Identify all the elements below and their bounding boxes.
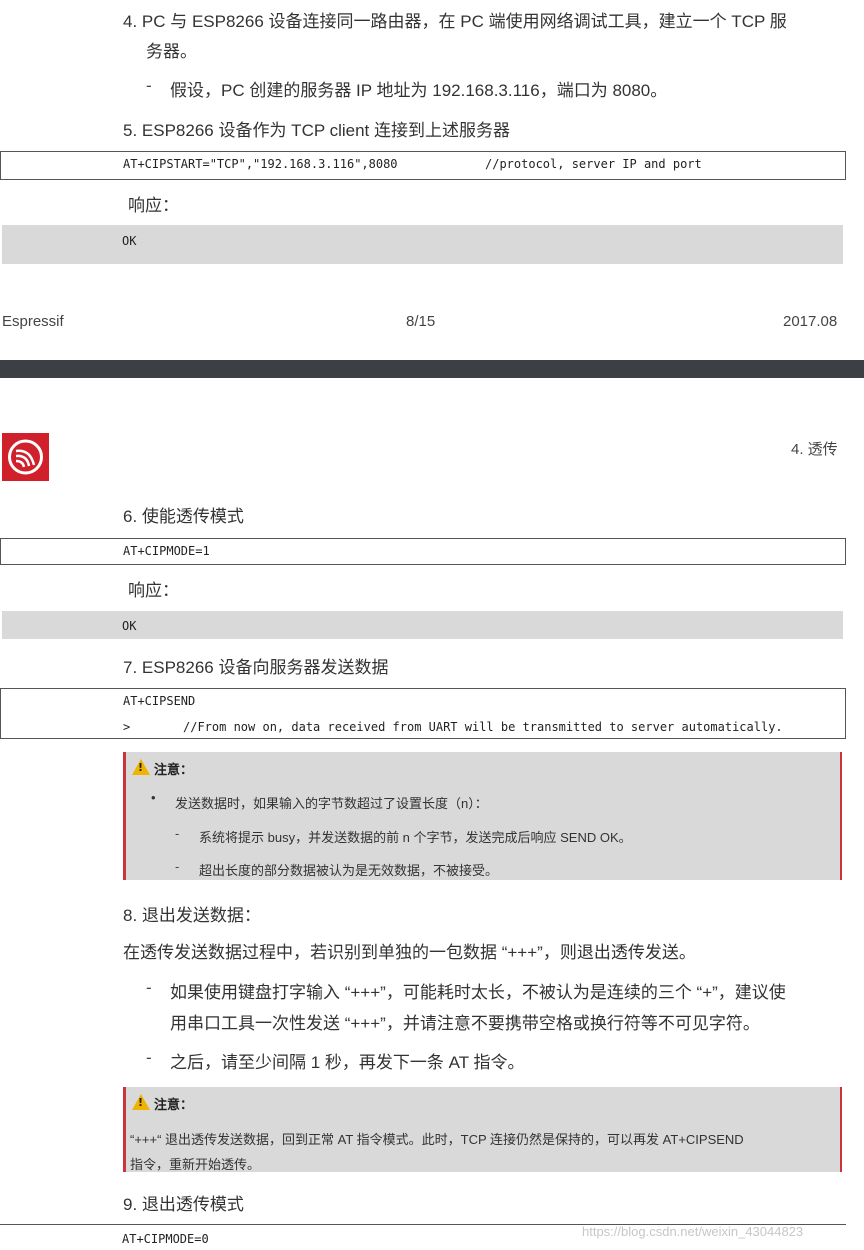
response-ok: OK (122, 619, 137, 633)
dash-marker: - (146, 1048, 152, 1067)
note-exit-line2: 指令，重新开始透传。 (130, 1157, 261, 1172)
step4-line1: 4. PC 与 ESP8266 设备连接同一路由器，在 PC 端使用网络调试工具… (123, 12, 787, 31)
step8-heading: 8. 退出发送数据： (123, 906, 261, 925)
espressif-logo-icon (2, 433, 49, 481)
note-title: 注意： (154, 1097, 194, 1112)
note-sub-busy: 系统将提示 busy，并发送数据的前 n 个字节，发送完成后响应 SEND OK… (199, 830, 632, 845)
watermark: https://blog.csdn.net/weixin_43044823 (582, 1224, 804, 1239)
dash-marker: - (175, 859, 180, 874)
step8-item2: 之后，请至少间隔 1 秒，再发下一条 AT 指令。 (170, 1053, 525, 1072)
dash-marker: - (175, 826, 180, 841)
response-block: OK (2, 611, 843, 639)
footer-company: Espressif (2, 313, 64, 330)
code-block-cipstart: AT+CIPSTART="TCP","192.168.3.116",8080 /… (0, 151, 846, 180)
footer-date: 2017.08 (783, 313, 838, 330)
dash-marker: - (146, 978, 152, 997)
code-block-cipsend: AT+CIPSEND > //From now on, data receive… (0, 688, 846, 739)
step4-sub: 假设，PC 创建的服务器 IP 地址为 192.168.3.116，端口为 80… (170, 81, 668, 100)
code-block-cipmode1: AT+CIPMODE=1 (0, 538, 846, 565)
note-exit-line1: “+++“ 退出透传发送数据，回到正常 AT 指令模式。此时，TCP 连接仍然是… (130, 1132, 744, 1147)
step5-heading: 5. ESP8266 设备作为 TCP client 连接到上述服务器 (123, 121, 511, 140)
note-sub-invalid: 超出长度的部分数据被认为是无效数据，不被接受。 (199, 863, 499, 878)
step8-item1-line2: 用串口工具一次性发送 “+++”，并请注意不要携带空格或换行符等不可见字符。 (170, 1014, 760, 1033)
code-cipsend: AT+CIPSEND (123, 694, 196, 708)
step8-item1-line1: 如果使用键盘打字输入 “+++”，可能耗时太长，不被认为是连续的三个 “+”，建… (170, 983, 786, 1002)
bullet-marker: • (151, 790, 156, 805)
code-cipstart: AT+CIPSTART="TCP","192.168.3.116",8080 (123, 157, 398, 171)
step6-heading: 6. 使能透传模式 (123, 507, 244, 526)
dash-marker: - (146, 76, 152, 95)
code-prompt: > (123, 720, 131, 734)
note-box-busy: 注意： • 发送数据时，如果输入的字节数超过了设置长度（n）： - 系统将提示 … (123, 752, 842, 880)
step7-heading: 7. ESP8266 设备向服务器发送数据 (123, 658, 389, 677)
response-ok: OK (122, 234, 137, 248)
step9-heading: 9. 退出透传模式 (123, 1195, 244, 1214)
code-cipsend-comment: //From now on, data received from UART w… (183, 720, 783, 734)
warning-icon (132, 759, 150, 778)
note-bullet: 发送数据时，如果输入的字节数超过了设置长度（n）： (175, 796, 488, 811)
section-title: 4. 透传 (791, 441, 838, 458)
step4-line2: 务器。 (146, 42, 197, 61)
response-label: 响应： (128, 581, 179, 600)
response-label: 响应： (128, 196, 179, 215)
code-comment: //protocol, server IP and port (485, 157, 702, 171)
step8-description: 在透传发送数据过程中，若识别到单独的一包数据 “+++”，则退出透传发送。 (123, 943, 696, 962)
code-cipmode1: AT+CIPMODE=1 (123, 544, 210, 558)
note-title: 注意： (154, 762, 194, 777)
page-separator (0, 360, 864, 378)
note-box-exit: 注意： “+++“ 退出透传发送数据，回到正常 AT 指令模式。此时，TCP 连… (123, 1087, 842, 1172)
warning-icon (132, 1094, 150, 1113)
code-cipmode0: AT+CIPMODE=0 (122, 1232, 209, 1246)
footer-page-number: 8/15 (406, 313, 436, 330)
response-block: OK (2, 225, 843, 264)
